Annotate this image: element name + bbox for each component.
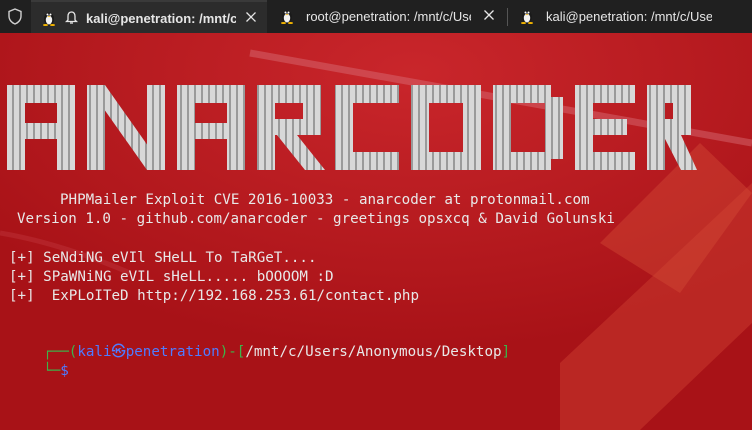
prompt-symbol: $ [60,363,69,379]
tab-bar: kali@penetration: /mnt/c/U root@penetrat… [0,0,752,33]
skull-icon: ㉿ [111,344,126,360]
prompt-path: /mnt/c/Users/Anonymous/Desktop [245,344,502,360]
prompt-divider: )-[ [219,344,246,360]
info-line-1: PHPMailer Exploit CVE 2016-10033 - anarc… [60,192,590,208]
prompt-line: ┌──(kali㉿penetration)-[/mnt/c/Users/Anon… [9,324,510,381]
prompt-user: kali [77,344,112,360]
prompt-corner-bottom: └─ [43,363,61,379]
input-line[interactable]: └─$ [9,343,69,400]
tab-1-title: kali@penetration: /mnt/c/U [86,11,236,26]
tab-3[interactable]: kali@penetration: /mnt/c/Users [508,0,752,33]
linux-icon [281,10,293,24]
ascii-logo [7,85,697,170]
close-icon[interactable] [483,9,495,21]
tab-2-title: root@penetration: /mnt/c/User [306,9,471,24]
info-line-2: Version 1.0 - github.com/anarcoder - gre… [17,211,615,227]
status-line-3: [+] ExPLoITeD http://192.168.253.61/cont… [9,288,419,304]
close-icon[interactable] [245,11,257,23]
prompt-host: penetration [125,344,220,360]
prompt-bracket: ] [501,344,511,360]
linux-icon [43,12,55,26]
status-line-1: [+] SeNdiNG eVIl SHeLL To TaRGeT.... [9,250,317,266]
linux-icon [521,10,533,24]
tab-2[interactable]: root@penetration: /mnt/c/User [268,0,506,33]
bell-icon [65,11,78,24]
status-line-2: [+] SPaWNiNG eVIL sHeLL..... bOOOOM :D [9,269,334,285]
shield-icon[interactable] [7,8,23,25]
terminal-window[interactable]: PHPMailer Exploit CVE 2016-10033 - anarc… [0,33,752,430]
tab-1[interactable]: kali@penetration: /mnt/c/U [31,0,267,33]
tab-3-title: kali@penetration: /mnt/c/Users [546,9,712,24]
